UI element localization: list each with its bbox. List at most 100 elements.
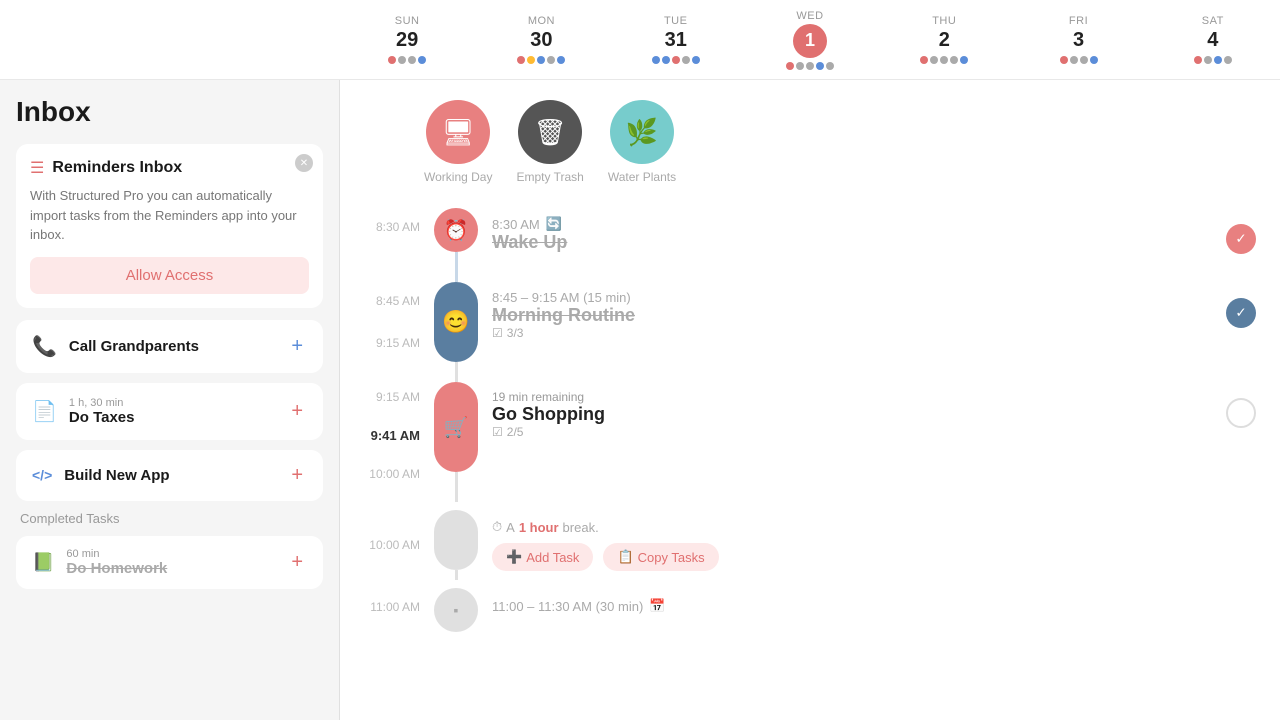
add-call-button[interactable]: + [287, 335, 307, 358]
close-button[interactable]: ✕ [295, 154, 313, 172]
shopping-check-button[interactable] [1226, 398, 1256, 428]
cal-day-2[interactable]: Thu2 [877, 0, 1011, 79]
inbox-item-label-app: Build New App [64, 467, 275, 484]
reminders-card-header: ☰ Reminders Inbox [30, 158, 309, 178]
add-task-button[interactable]: ➕ Add Task [492, 543, 593, 571]
timeline: 8:30 AM ⏰ 8:30 AM 🔄 Wake Up ✓ [364, 208, 1256, 632]
taxes-duration: 1 h, 30 min [69, 397, 275, 409]
morning-subtask: ☑ 3/3 [492, 326, 635, 340]
morning-check-button[interactable]: ✓ [1226, 298, 1256, 328]
wakeup-task-name: Wake Up [492, 232, 567, 253]
task-icon-empty-trash[interactable]: 🗑 Empty Trash [516, 100, 583, 184]
morning-content: 8:45 – 9:15 AM (15 min) Morning Routine … [480, 282, 1256, 340]
empty-trash-label: Empty Trash [516, 170, 583, 184]
timeline-row-morning: 8:45 AM 9:15 AM 😊 8:45 – 9:15 AM (15 min… [364, 282, 1256, 382]
break-content: ⏱ A 1 hour break. ➕ Add Task 📋 Copy Task… [480, 519, 1256, 571]
working-day-label: Working Day [424, 170, 492, 184]
reminders-title: Reminders Inbox [52, 159, 182, 177]
cal-day-4[interactable]: Sat4 [1146, 0, 1280, 79]
inbox-item-call: 📞 Call Grandparents + [16, 320, 323, 373]
break-actions: ➕ Add Task 📋 Copy Tasks [492, 543, 1256, 571]
reminders-card: ☰ Reminders Inbox ✕ With Structured Pro … [16, 144, 323, 308]
cal-day-31[interactable]: Tue31 [609, 0, 743, 79]
main-content: 🖥 Working Day 🗑 Empty Trash 🌿 Water Plan… [340, 80, 1280, 720]
timeline-row-wakeup: 8:30 AM ⏰ 8:30 AM 🔄 Wake Up ✓ [364, 208, 1256, 282]
cal-day-29[interactable]: Sun29 [340, 0, 474, 79]
code-icon: </> [32, 467, 52, 483]
shopping-node: 🛒 [432, 382, 480, 502]
main-layout: Inbox ☰ Reminders Inbox ✕ With Structure… [0, 80, 1280, 720]
wakeup-time-display: 8:30 AM 🔄 [492, 216, 567, 232]
phone-icon: 📞 [32, 334, 57, 359]
morning-time-label-end: 9:15 AM [364, 336, 420, 350]
wakeup-line [455, 252, 458, 282]
morning-time-label-start: 8:45 AM [364, 282, 420, 308]
calendar-bar: Sun29Mon30Tue31Wed1Thu2Fri3Sat4 [0, 0, 1280, 80]
completed-title: Completed Tasks [16, 511, 323, 526]
completed-item-homework: 📗 60 min Do Homework + [16, 536, 323, 589]
break-text: ⏱ A 1 hour break. [492, 519, 1256, 535]
break-node [432, 510, 480, 580]
shopping-line [455, 472, 458, 502]
inbox-item-taxes: 📄 1 h, 30 min Do Taxes + [16, 383, 323, 440]
shopping-icon: 🛒 [434, 382, 478, 472]
break-line [455, 570, 458, 580]
empty-trash-icon-circle: 🗑 [518, 100, 582, 164]
break-bar [434, 510, 478, 570]
book-icon: 📗 [32, 552, 54, 573]
morning-icon: 😊 [434, 282, 478, 362]
add-app-button[interactable]: + [287, 464, 307, 487]
inbox-item-label-taxes: Do Taxes [69, 409, 275, 426]
shopping-time-label-end: 10:00 AM [364, 467, 420, 481]
allow-access-button[interactable]: Allow Access [30, 257, 309, 294]
inbox-item-label-call: Call Grandparents [69, 338, 275, 355]
task-icon-working-day[interactable]: 🖥 Working Day [424, 100, 492, 184]
working-day-icon-circle: 🖥 [426, 100, 490, 164]
cal-day-1[interactable]: Wed1 [743, 0, 877, 79]
11am-node: ▪ [432, 588, 480, 632]
task-icon-water-plants[interactable]: 🌿 Water Plants [608, 100, 676, 184]
shopping-time-labels: 9:15 AM 9:41 AM 10:00 AM [364, 382, 432, 481]
add-taxes-button[interactable]: + [287, 400, 307, 423]
completed-label-homework: Do Homework [66, 560, 275, 577]
water-plants-icon-circle: 🌿 [610, 100, 674, 164]
cal-day-3[interactable]: Fri3 [1011, 0, 1145, 79]
wakeup-content: 8:30 AM 🔄 Wake Up ✓ [480, 208, 1256, 254]
water-plants-label: Water Plants [608, 170, 676, 184]
cal-day-30[interactable]: Mon30 [474, 0, 608, 79]
morning-node: 😊 [432, 282, 480, 382]
morning-time-display: 8:45 – 9:15 AM (15 min) [492, 290, 635, 305]
homework-duration: 60 min [66, 548, 275, 560]
wakeup-check-button[interactable]: ✓ [1226, 224, 1256, 254]
completed-section: Completed Tasks 📗 60 min Do Homework + [16, 511, 323, 589]
shopping-subtask: ☑ 2/5 [492, 425, 605, 439]
11am-time-display: 11:00 – 11:30 AM (30 min) 📅 [492, 598, 1256, 614]
11am-content: 11:00 – 11:30 AM (30 min) 📅 [480, 588, 1256, 614]
wakeup-icon: ⏰ [434, 208, 478, 252]
morning-task-name: Morning Routine [492, 305, 635, 326]
task-icons-row: 🖥 Working Day 🗑 Empty Trash 🌿 Water Plan… [364, 100, 1256, 184]
shopping-remaining: 19 min remaining [492, 390, 605, 404]
wakeup-node: ⏰ [432, 208, 480, 282]
sidebar: Inbox ☰ Reminders Inbox ✕ With Structure… [0, 80, 340, 720]
timeline-break: 10:00 AM ⏱ A 1 hour break. ➕ [364, 510, 1256, 580]
11am-time-label: 11:00 AM [364, 588, 432, 614]
wakeup-time-label: 8:30 AM [364, 208, 432, 234]
shopping-content: 19 min remaining Go Shopping ☑ 2/5 [480, 382, 1256, 439]
break-time-label: 10:00 AM [364, 538, 432, 552]
shopping-time-label-current: 9:41 AM [364, 428, 420, 443]
11am-icon: ▪ [434, 588, 478, 632]
morning-line [455, 362, 458, 382]
page-title: Inbox [16, 96, 323, 128]
add-homework-button[interactable]: + [287, 551, 307, 574]
inbox-item-app: </> Build New App + [16, 450, 323, 501]
doc-icon: 📄 [32, 399, 57, 424]
shopping-time-label-start: 9:15 AM [364, 382, 420, 404]
break-duration: 1 hour [519, 520, 559, 535]
timeline-row-shopping: 9:15 AM 9:41 AM 10:00 AM 🛒 19 min remain… [364, 382, 1256, 502]
list-icon: ☰ [30, 158, 44, 178]
copy-tasks-button[interactable]: 📋 Copy Tasks [603, 543, 718, 571]
shopping-task-name: Go Shopping [492, 404, 605, 425]
timeline-row-11am: 11:00 AM ▪ 11:00 – 11:30 AM (30 min) 📅 [364, 588, 1256, 632]
morning-time-labels: 8:45 AM 9:15 AM [364, 282, 432, 350]
